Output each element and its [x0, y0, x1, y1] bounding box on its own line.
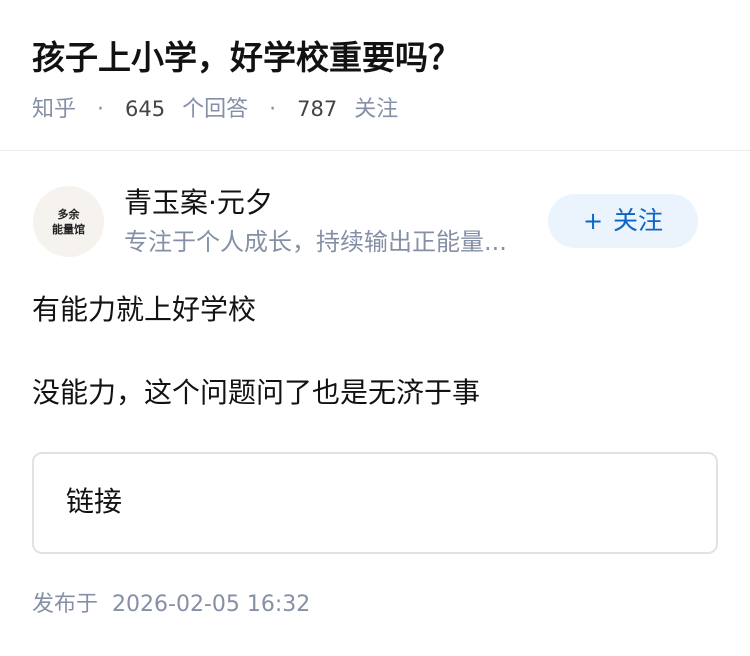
answer-count-label: 个回答 — [182, 97, 249, 122]
follower-count-label: 关注 — [354, 97, 399, 122]
author-row: 多余 能量馆 青玉案·元夕 专注于个人成长，持续输出正能量... + 关注 — [0, 176, 750, 266]
follow-button[interactable]: + 关注 — [548, 194, 698, 248]
answer-paragraph-1: 有能力就上好学校 — [32, 293, 257, 326]
answer-paragraph-2: 没能力，这个问题问了也是无济于事 — [32, 376, 481, 409]
author-bio: 专注于个人成长，持续输出正能量... — [124, 228, 507, 256]
question-header: 孩子上小学，好学校重要吗？ 知乎 · 645 个回答 · 787 关注 — [0, 0, 750, 151]
link-card-label: 链接 — [66, 485, 123, 518]
question-meta: 知乎 · 645 个回答 · 787 关注 — [32, 92, 398, 126]
published-label: 发布于 — [32, 592, 99, 617]
meta-separator: · — [97, 97, 105, 122]
avatar-text-line1: 多余 — [57, 207, 80, 221]
follower-count: 787 — [297, 97, 338, 121]
plus-icon: + — [582, 207, 604, 235]
avatar[interactable]: 多余 能量馆 — [33, 186, 104, 257]
answer-count: 645 — [125, 97, 166, 121]
publish-info: 发布于 2026-02-05 16:32 — [32, 589, 310, 621]
link-card[interactable]: 链接 — [32, 452, 718, 554]
author-name[interactable]: 青玉案·元夕 — [124, 184, 273, 222]
source-label[interactable]: 知乎 — [32, 93, 76, 127]
meta-separator: · — [269, 97, 277, 122]
question-title[interactable]: 孩子上小学，好学校重要吗？ — [32, 34, 461, 82]
published-time: 2026-02-05 16:32 — [112, 592, 311, 617]
avatar-text-line2: 能量馆 — [52, 222, 85, 236]
follow-button-label: 关注 — [613, 206, 664, 235]
